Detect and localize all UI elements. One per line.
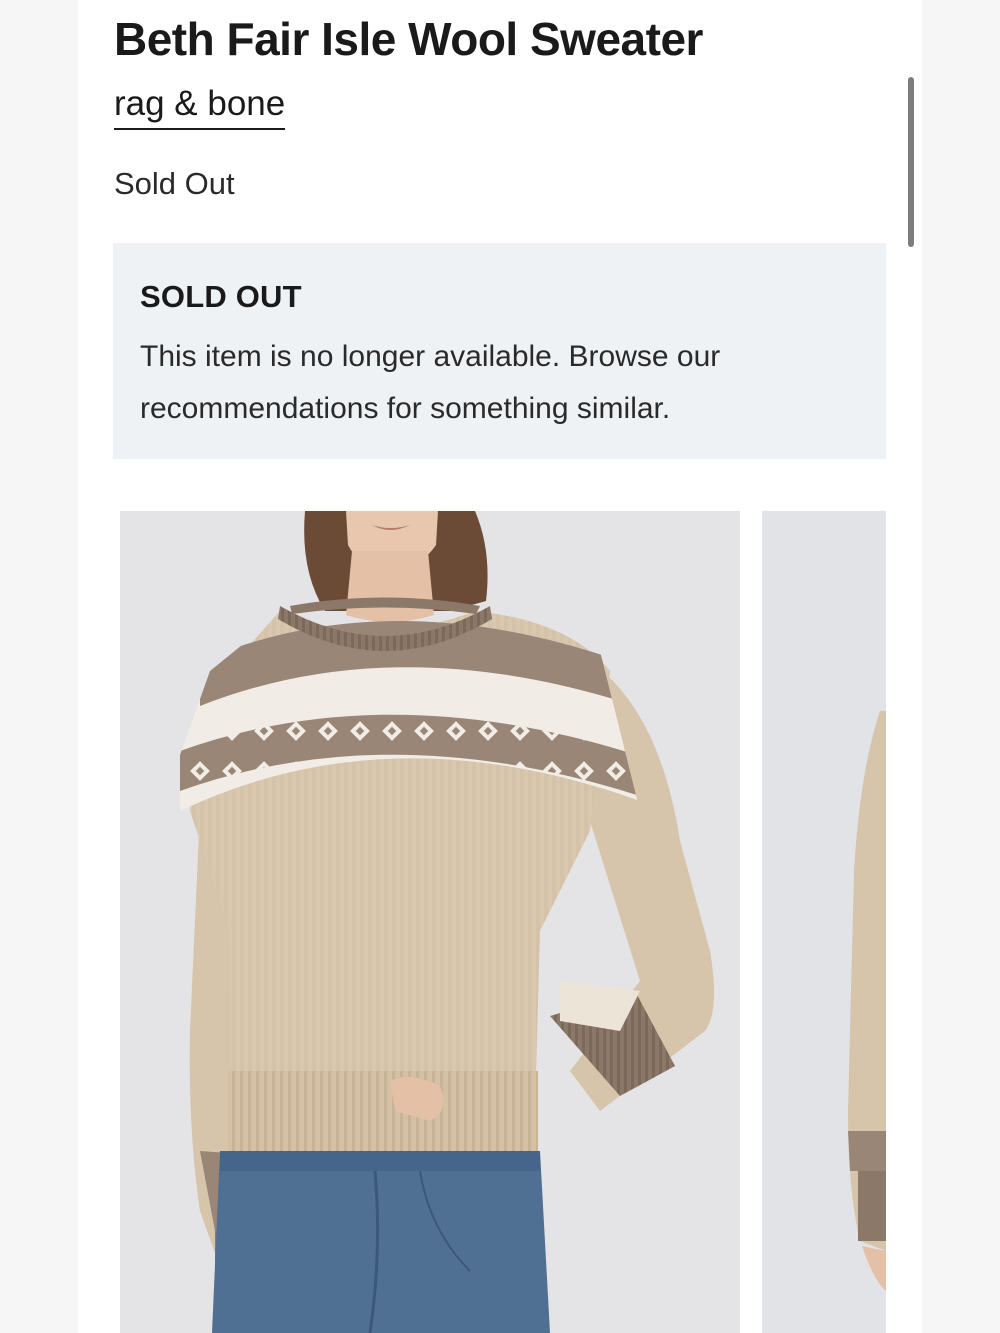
price-status: Sold Out: [114, 166, 235, 201]
sold-out-notice: SOLD OUT This item is no longer availabl…: [113, 243, 886, 459]
notice-heading: SOLD OUT: [140, 279, 302, 314]
brand-link[interactable]: rag & bone: [114, 82, 286, 130]
sweater-photo-alt: [762, 511, 886, 1333]
product-title: Beth Fair Isle Wool Sweater: [114, 13, 703, 65]
notice-message: This item is no longer available. Browse…: [140, 340, 721, 425]
product-image-secondary[interactable]: [762, 511, 886, 1333]
scrollbar-thumb[interactable]: [908, 77, 914, 247]
product-image-gallery[interactable]: [120, 511, 886, 1333]
product-page: Beth Fair Isle Wool Sweater rag & bone S…: [78, 0, 922, 1333]
product-image-main[interactable]: [120, 511, 740, 1333]
sweater-photo: [120, 511, 740, 1333]
